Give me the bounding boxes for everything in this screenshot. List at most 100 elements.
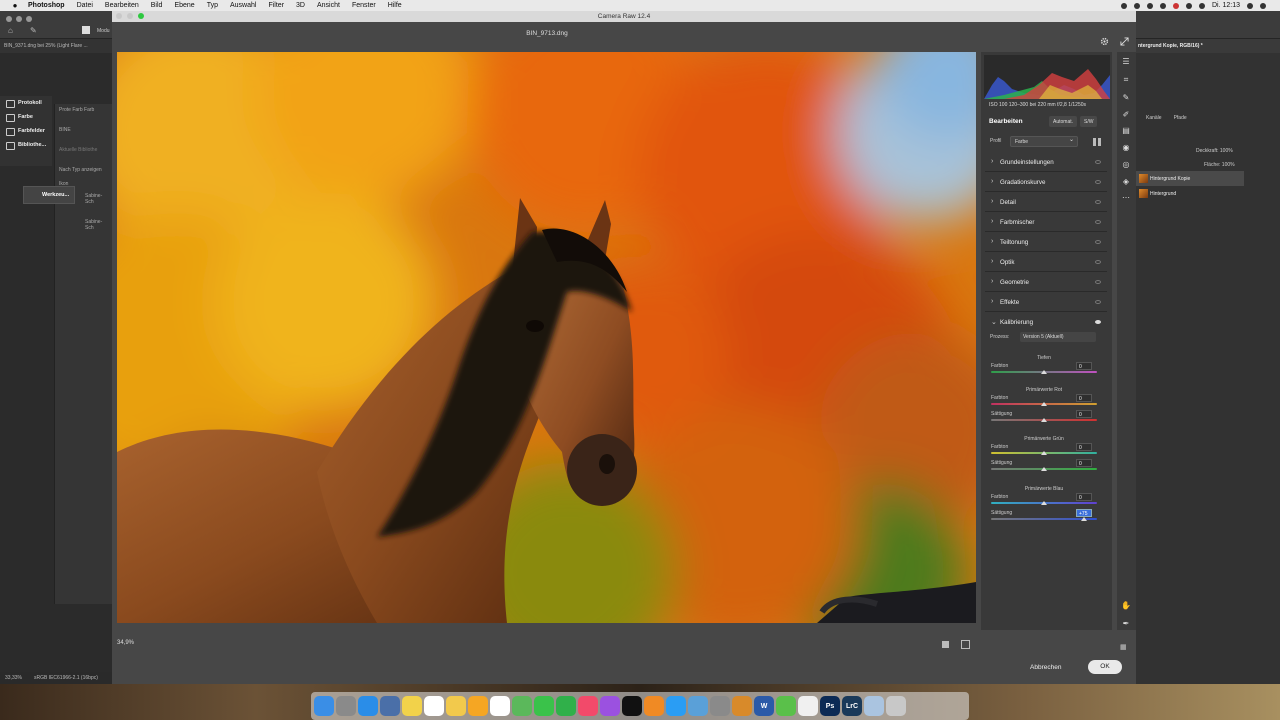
slider-value[interactable]: 0 <box>1076 394 1092 402</box>
slider-value[interactable]: 0 <box>1076 362 1092 370</box>
dock-app-messenger[interactable] <box>776 696 796 716</box>
gear-icon[interactable] <box>1100 37 1109 46</box>
presets-icon[interactable]: ◈ <box>1121 176 1131 186</box>
panel-farbfelder[interactable]: Farbfelder <box>0 124 52 138</box>
slider-thumb[interactable] <box>1080 517 1087 521</box>
section-geometrie[interactable]: › Geometrie <box>985 272 1107 292</box>
dock-app-document[interactable] <box>798 696 818 716</box>
dock-app-bridge[interactable] <box>732 696 752 716</box>
status-zoom[interactable]: 33,33% <box>5 675 22 681</box>
dock-app-app-store[interactable] <box>666 696 686 716</box>
graduated-filter-icon[interactable]: ▤ <box>1121 125 1131 135</box>
layer-item[interactable]: Hintergrund Kopie <box>1136 171 1244 186</box>
menu-bearbeiten[interactable]: Bearbeiten <box>99 2 145 9</box>
menu-bild[interactable]: Bild <box>145 2 169 9</box>
photo-preview[interactable] <box>117 52 976 623</box>
menu-typ[interactable]: Typ <box>201 2 224 9</box>
menu-filter[interactable]: Filter <box>262 2 290 9</box>
adjustment-brush-icon[interactable]: ✐ <box>1121 109 1131 119</box>
profile-dropdown[interactable]: Farbe <box>1010 136 1078 147</box>
dock-app-reminders[interactable] <box>490 696 510 716</box>
dock-app-lightroom-classic[interactable]: LrC <box>842 696 862 716</box>
eye-icon[interactable] <box>1095 260 1101 264</box>
menu-app-name[interactable]: Photoshop <box>22 2 71 9</box>
slider-thumb[interactable] <box>1041 451 1047 455</box>
slider-thumb[interactable] <box>1041 370 1047 374</box>
section-teiltonung[interactable]: › Teiltonung <box>985 232 1107 252</box>
cancel-button[interactable]: Abbrechen <box>1030 664 1061 671</box>
search-icon[interactable] <box>1247 2 1253 9</box>
single-view-icon[interactable] <box>942 641 949 648</box>
section-effekte[interactable]: › Effekte <box>985 292 1107 312</box>
status-icon[interactable] <box>1159 2 1166 9</box>
eye-icon[interactable] <box>1095 160 1101 164</box>
brush-panel-icon[interactable] <box>82 26 90 34</box>
eye-icon[interactable] <box>1095 180 1101 184</box>
wifi-icon[interactable] <box>1185 2 1192 9</box>
status-icon[interactable] <box>1120 2 1127 9</box>
volume-icon[interactable] <box>1198 2 1205 9</box>
status-icon[interactable] <box>1172 2 1179 9</box>
slider-thumb[interactable] <box>1041 418 1047 422</box>
eye-icon[interactable] <box>1095 240 1101 244</box>
brush-tool-icon[interactable]: ✎ <box>30 26 37 35</box>
menu-hilfe[interactable]: Hilfe <box>382 2 408 9</box>
control-center-icon[interactable] <box>1260 2 1266 9</box>
eye-icon[interactable] <box>1095 280 1101 284</box>
dock-app-podcasts[interactable] <box>600 696 620 716</box>
dock-app-safari[interactable] <box>358 696 378 716</box>
dock-app-downloads[interactable] <box>864 696 884 716</box>
dock-app-finder[interactable] <box>314 696 334 716</box>
menu-auswahl[interactable]: Auswahl <box>224 2 262 9</box>
hand-icon[interactable]: ✋ <box>1121 600 1131 610</box>
dock-app-facetime[interactable] <box>556 696 576 716</box>
slider-thumb[interactable] <box>1041 402 1047 406</box>
slider-value[interactable]: +75 <box>1076 509 1092 517</box>
slider-value[interactable]: 0 <box>1076 410 1092 418</box>
dock-app-tv[interactable] <box>622 696 642 716</box>
dock-app-launchpad[interactable] <box>336 696 356 716</box>
dock-app-calendar[interactable] <box>424 696 444 716</box>
library-sort[interactable]: Nach Typ anzeigen <box>55 164 112 176</box>
spot-removal-icon[interactable]: ✎ <box>1121 92 1131 102</box>
eye-icon[interactable] <box>1095 320 1101 324</box>
menu-clock[interactable]: Di. 12:13 <box>1212 2 1240 9</box>
ps-document-tab[interactable]: BIN_9371.dng bei 25% (Light Flare ... <box>0 39 112 53</box>
panel-tabs[interactable]: Prote Farb Farb <box>55 104 112 116</box>
grid-icon[interactable]: ▦ <box>1120 643 1127 651</box>
zoom-icon[interactable] <box>26 16 32 22</box>
dock-app-preview[interactable] <box>688 696 708 716</box>
ps-document-tab-right[interactable]: ntergrund Kopie, RGB/16) * <box>1136 39 1280 53</box>
slider-value[interactable]: 0 <box>1076 493 1092 501</box>
menu-ansicht[interactable]: Ansicht <box>311 2 346 9</box>
section-detail[interactable]: › Detail <box>985 192 1107 212</box>
panel-farbe[interactable]: Farbe <box>0 110 52 124</box>
minimize-icon[interactable] <box>16 16 22 22</box>
eye-icon[interactable] <box>1095 220 1101 224</box>
close-icon[interactable] <box>6 16 12 22</box>
tab-pfade[interactable]: Pfade <box>1174 115 1187 124</box>
status-icon[interactable] <box>1146 2 1153 9</box>
dock-app-trash[interactable] <box>886 696 906 716</box>
zoom-level[interactable]: 34,9% <box>117 640 134 646</box>
auto-button[interactable]: Automat. <box>1049 116 1078 127</box>
more-icon[interactable]: ⋯ <box>1121 192 1131 202</box>
red-eye-icon[interactable]: ◎ <box>1121 159 1131 169</box>
slider-value[interactable]: 0 <box>1076 459 1092 467</box>
dock-app-notes[interactable] <box>402 696 422 716</box>
library-name[interactable]: BINE <box>55 124 112 136</box>
dock-app-messages[interactable] <box>534 696 554 716</box>
section-farbmischer[interactable]: › Farbmischer <box>985 212 1107 232</box>
before-after-icon[interactable] <box>961 640 970 649</box>
slider-thumb[interactable] <box>1041 501 1047 505</box>
opacity-value[interactable]: 100% <box>1220 148 1233 154</box>
profile-browser-icon[interactable] <box>1093 138 1101 146</box>
zoom-icon[interactable] <box>138 13 144 19</box>
bw-button[interactable]: S/W <box>1080 116 1098 127</box>
dock-app-music[interactable] <box>578 696 598 716</box>
slider-thumb[interactable] <box>1041 467 1047 471</box>
fullscreen-icon[interactable] <box>1120 37 1129 46</box>
library-search[interactable]: Aktuelle Bibliothe <box>55 144 112 156</box>
section-grundeinstellungen[interactable]: › Grundeinstellungen <box>985 152 1107 172</box>
dock-app-books[interactable] <box>644 696 664 716</box>
